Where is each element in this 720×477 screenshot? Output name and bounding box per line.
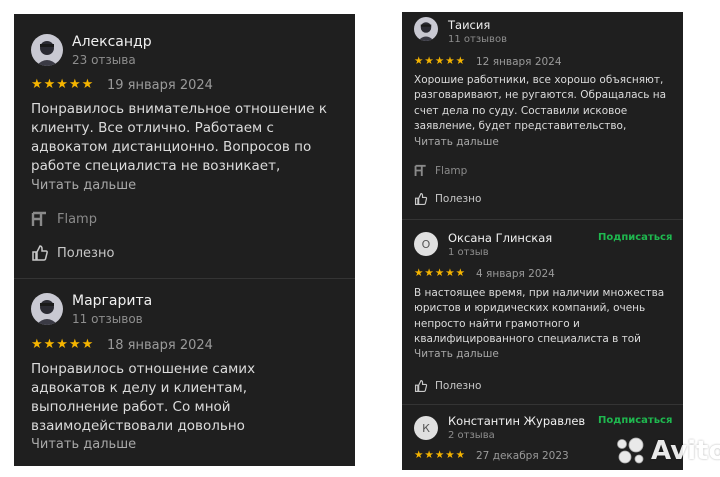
thumbs-up-icon [414, 192, 428, 206]
reviewer-name[interactable]: Оксана Глинская [448, 231, 552, 245]
useful-button[interactable]: Полезно [31, 244, 114, 262]
review-count: 1 отзыв [448, 247, 489, 258]
reviewer-name[interactable]: Таисия [448, 18, 490, 32]
reviewer-name[interactable]: Константин Журавлев [448, 414, 585, 428]
flamp-logo-icon [414, 164, 426, 176]
read-more-link[interactable]: Читать дальше [31, 437, 136, 452]
avatar-letter: О [421, 237, 431, 251]
review-text: Понравилось отношение самих адвокатов к … [31, 361, 256, 434]
avatar-icon[interactable]: О [414, 232, 438, 256]
review-card: Александр 23 отзыва ★★★★★ 19 января 2024… [14, 14, 355, 280]
subscribe-button[interactable]: Подписаться [598, 232, 672, 243]
review-date: 19 января 2024 [107, 78, 213, 93]
read-more-link[interactable]: Читать дальше [414, 348, 499, 360]
useful-button[interactable]: Полезно [414, 379, 481, 393]
review-source: Flamp [31, 211, 97, 227]
avatar-icon[interactable] [414, 17, 438, 41]
review-source: Flamp [414, 164, 467, 177]
source-label: Flamp [57, 211, 97, 227]
avito-watermark: Avito [612, 436, 720, 466]
rating-stars: ★★★★★ [414, 55, 467, 67]
review-text: Хорошие работники, все хорошо объясняют,… [414, 74, 667, 132]
review-date: 27 декабря 2023 [476, 450, 569, 462]
useful-label: Полезно [435, 193, 482, 205]
avito-logo-icon [617, 437, 644, 464]
reviews-panel-right: Таисия 11 отзывов ★★★★★ 12 января 2024 Х… [402, 12, 683, 470]
review-date: 4 января 2024 [476, 268, 555, 280]
rating-stars: ★★★★★ [414, 449, 467, 461]
flamp-logo-icon [31, 211, 46, 226]
review-count: 11 отзывов [72, 312, 143, 326]
reviews-panel-left: Александр 23 отзыва ★★★★★ 19 января 2024… [14, 14, 355, 466]
subscribe-button[interactable]: Подписаться [598, 415, 672, 426]
review-card: Таисия 11 отзывов ★★★★★ 12 января 2024 Х… [402, 12, 683, 219]
review-card: Маргарита 11 отзывов ★★★★★ 18 января 202… [14, 280, 355, 466]
review-card: О Оксана Глинская 1 отзыв Подписаться ★★… [402, 220, 683, 406]
read-more-link[interactable]: Читать дальше [31, 178, 136, 193]
avatar-letter: К [422, 421, 430, 435]
thumbs-up-icon [414, 379, 428, 393]
useful-button[interactable]: Полезно [414, 192, 481, 206]
rating-stars: ★★★★★ [31, 77, 95, 92]
review-count: 11 отзывов [448, 34, 507, 45]
review-text: В настоящее время, при наличии множества… [414, 287, 665, 345]
avatar-icon[interactable] [31, 293, 63, 325]
reviewer-name[interactable]: Маргарита [72, 293, 152, 309]
review-date: 18 января 2024 [107, 338, 213, 353]
watermark-text: Avito [651, 436, 720, 466]
review-count: 23 отзыва [72, 53, 136, 67]
avatar-icon[interactable]: К [414, 416, 438, 440]
useful-label: Полезно [435, 380, 482, 392]
rating-stars: ★★★★★ [31, 337, 95, 352]
avatar-icon[interactable] [31, 34, 63, 66]
review-date: 12 января 2024 [476, 56, 562, 68]
rating-stars: ★★★★★ [414, 267, 467, 279]
review-count: 2 отзыва [448, 430, 495, 441]
read-more-link[interactable]: Читать дальше [414, 136, 499, 148]
source-label: Flamp [435, 164, 468, 177]
useful-label: Полезно [57, 245, 115, 261]
review-text: Понравилось внимательное отношение к кли… [31, 101, 328, 174]
thumbs-up-icon [32, 245, 48, 261]
reviewer-name[interactable]: Александр [72, 34, 152, 50]
divider [14, 278, 355, 279]
